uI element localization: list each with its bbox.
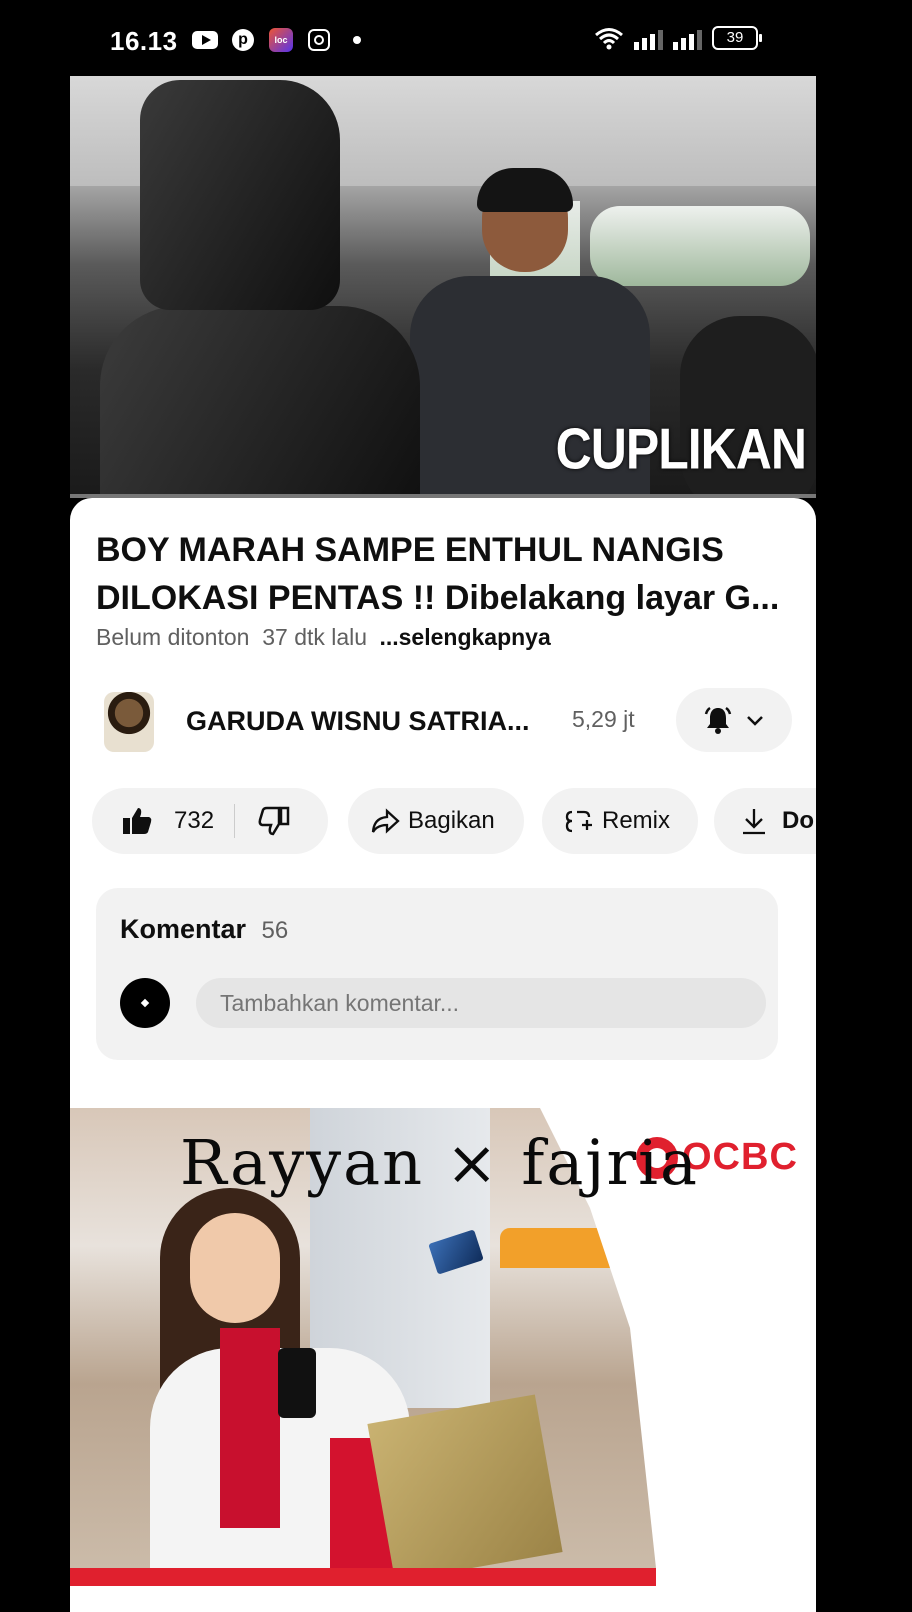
- battery-icon: 39: [712, 26, 762, 50]
- chevron-down-icon: [747, 716, 763, 726]
- channel-name[interactable]: GARUDA WISNU SATRIA...: [186, 706, 530, 737]
- video-player[interactable]: CUPLIKAN: [70, 76, 816, 496]
- video-title[interactable]: BOY MARAH SAMPE ENTHUL NANGIS DILOKASI P…: [96, 526, 786, 622]
- ad-image-awning: [500, 1228, 610, 1268]
- video-overlay-label: CUPLIKAN: [555, 416, 807, 482]
- channel-row[interactable]: GARUDA WISNU SATRIA... 5,29 jt: [70, 678, 816, 758]
- video-frame-rear-window: [590, 206, 810, 286]
- channel-avatar[interactable]: [104, 692, 154, 752]
- like-icon[interactable]: [120, 804, 154, 838]
- video-frame-seat: [100, 306, 420, 496]
- add-comment-input[interactable]: [196, 978, 766, 1028]
- ad-image-gold-bag: [367, 1394, 563, 1568]
- comments-count: 56: [261, 917, 289, 944]
- download-button[interactable]: Do: [714, 788, 816, 854]
- ad-image-face: [190, 1213, 280, 1323]
- video-frame-hair: [477, 168, 573, 212]
- wifi-icon: [595, 28, 623, 50]
- user-avatar: [120, 978, 170, 1028]
- subscribed-button[interactable]: [676, 688, 792, 752]
- instagram-icon: [306, 28, 332, 52]
- remix-label: Remix: [602, 807, 671, 834]
- more-link[interactable]: ...selengkapnya: [379, 624, 550, 650]
- system-icons: 39: [594, 26, 762, 50]
- remix-icon: [565, 810, 592, 833]
- ad-image-scarf: [220, 1328, 280, 1528]
- action-row: 732 Bagikan Remix Do: [70, 788, 816, 856]
- signal-icon: [673, 28, 702, 50]
- overlay-caption: Rayyan × fajria: [180, 1126, 699, 1199]
- notification-icons: p loc: [192, 28, 370, 52]
- comments-section[interactable]: Komentar 56: [96, 888, 778, 1060]
- video-frame-headrest: [140, 80, 340, 310]
- dislike-icon[interactable]: [257, 804, 291, 838]
- status-time: 16.13: [110, 26, 178, 56]
- remix-button[interactable]: Remix: [542, 788, 698, 854]
- pinterest-icon: p: [230, 28, 256, 52]
- youtube-icon: [192, 28, 218, 52]
- status-bar: 16.13 p loc 39: [0, 0, 912, 80]
- share-label: Bagikan: [408, 807, 495, 834]
- ad-banner[interactable]: OCBC Rayyan × fajria: [70, 1108, 816, 1612]
- like-divider: [234, 804, 236, 838]
- signal-icon: [634, 28, 663, 50]
- ad-image-phone: [278, 1348, 316, 1418]
- like-dislike-group: 732: [92, 788, 328, 854]
- dot-icon: [344, 28, 370, 52]
- share-icon: [371, 808, 400, 834]
- app-icon: loc: [268, 28, 294, 52]
- upload-age: 37 dtk lalu: [262, 624, 368, 650]
- video-meta[interactable]: Belum ditonton 37 dtk lalu ...selengkapn…: [96, 624, 551, 651]
- download-icon: [743, 809, 765, 835]
- view-count: Belum ditonton: [96, 624, 250, 650]
- video-details-panel: BOY MARAH SAMPE ENTHUL NANGIS DILOKASI P…: [70, 498, 816, 1612]
- like-count[interactable]: 732: [174, 807, 214, 835]
- ad-red-strip: [70, 1568, 656, 1586]
- bell-icon: [704, 706, 732, 734]
- share-button[interactable]: Bagikan: [348, 788, 524, 854]
- comments-heading: Komentar 56: [120, 914, 288, 945]
- ocbc-brand-text: OCBC: [682, 1136, 798, 1178]
- comments-title: Komentar: [120, 914, 247, 944]
- download-label: Do: [782, 807, 814, 834]
- subscriber-count: 5,29 jt: [572, 706, 635, 732]
